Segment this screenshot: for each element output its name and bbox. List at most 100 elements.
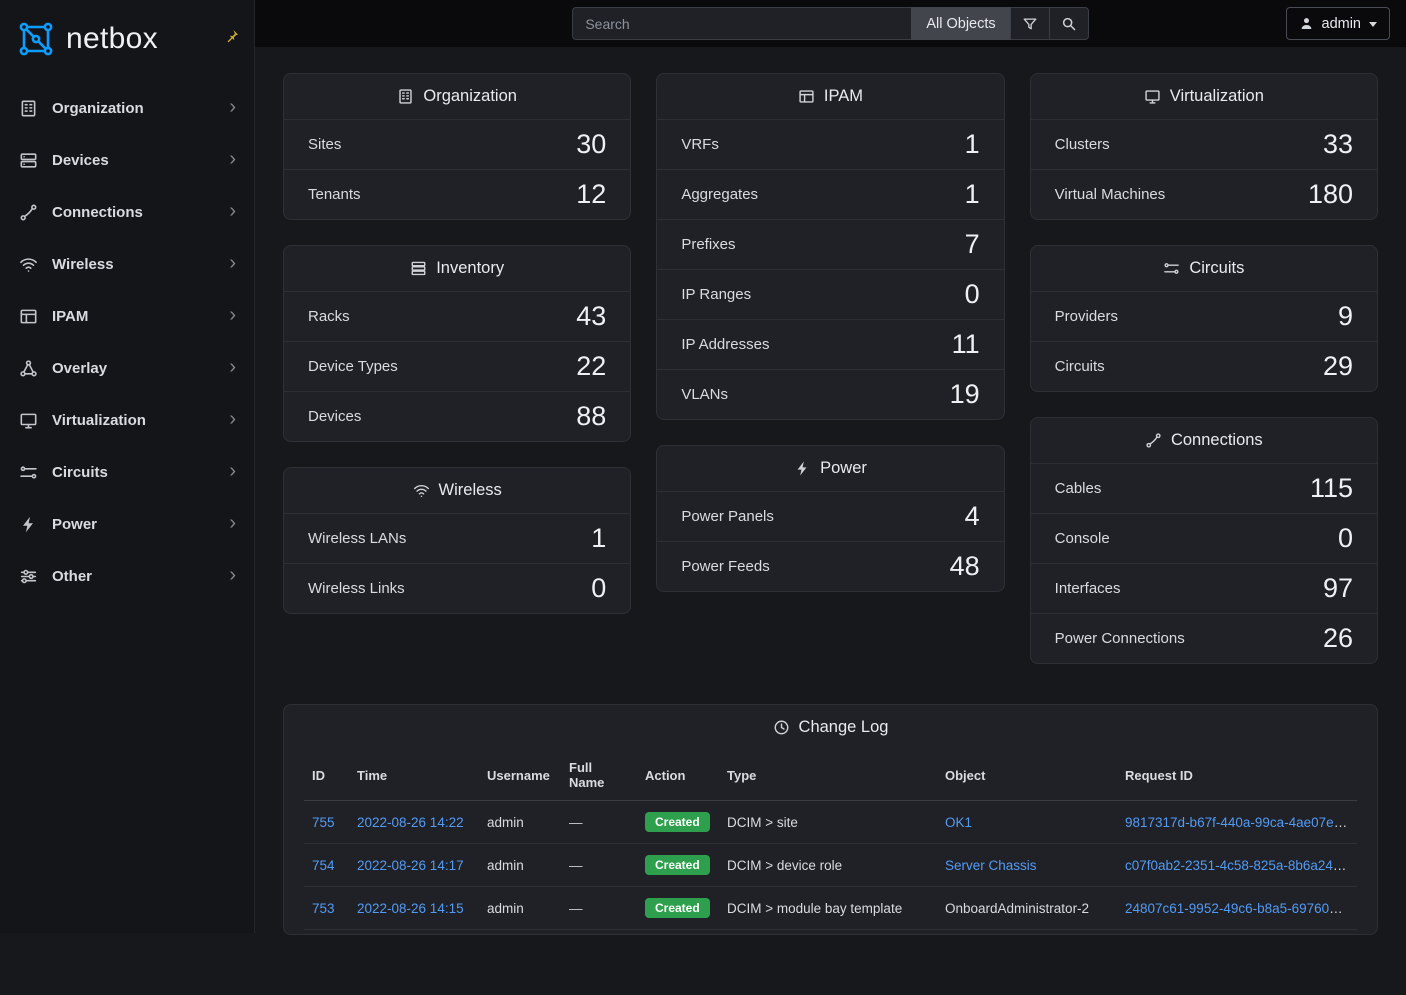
cell-type: DCIM > site — [719, 801, 937, 844]
search-button[interactable] — [1049, 7, 1089, 40]
sidebar-item-label: Power — [52, 516, 215, 533]
stat-label[interactable]: IP Ranges — [681, 286, 751, 303]
dashboard-page: Organization Sites 30 Tenants 12 Invento… — [255, 47, 1406, 995]
chevron-right-icon: › — [229, 201, 236, 224]
object-link[interactable]: OK1 — [945, 815, 972, 830]
stat-row: Device Types 22 — [284, 341, 630, 391]
cell-username: admin — [479, 887, 561, 930]
card-title: Wireless — [439, 481, 502, 500]
stat-value[interactable]: 11 — [952, 329, 980, 360]
wifi-icon — [413, 482, 430, 499]
changelog-time-link[interactable]: 2022-08-26 14:17 — [357, 858, 464, 873]
stat-value[interactable]: 1 — [965, 129, 980, 160]
stat-row: Devices 88 — [284, 391, 630, 441]
stat-label[interactable]: Console — [1055, 530, 1110, 547]
stat-row: Cables 115 — [1031, 463, 1377, 513]
sidebar-item-organization[interactable]: Organization › — [0, 82, 254, 134]
stat-value[interactable]: 180 — [1308, 179, 1353, 210]
sidebar-item-virtualization[interactable]: Virtualization › — [0, 394, 254, 446]
stat-value[interactable]: 9 — [1338, 301, 1353, 332]
sidebar-item-label: Other — [52, 568, 215, 585]
search-input[interactable] — [572, 7, 912, 40]
stat-value[interactable]: 115 — [1310, 473, 1353, 504]
card-ipam: IPAM VRFs 1 Aggregates 1 Prefixes 7 IP R… — [656, 73, 1004, 420]
sidebar-item-circuits[interactable]: Circuits › — [0, 446, 254, 498]
stat-value[interactable]: 19 — [950, 379, 980, 410]
stat-label[interactable]: Clusters — [1055, 136, 1110, 153]
stat-value[interactable]: 88 — [576, 401, 606, 432]
stat-label[interactable]: IP Addresses — [681, 336, 769, 353]
request-id-link[interactable]: 24807c61-9952-49c6-b8a5-69760bfcc4b3 — [1125, 901, 1357, 916]
stat-label[interactable]: Prefixes — [681, 236, 735, 253]
stat-value[interactable]: 0 — [965, 279, 980, 310]
stat-value[interactable]: 97 — [1323, 573, 1353, 604]
sidebar-item-ipam[interactable]: IPAM › — [0, 290, 254, 342]
stat-row: VLANs 19 — [657, 369, 1003, 419]
stat-row: Virtual Machines 180 — [1031, 169, 1377, 219]
sidebar-item-overlay[interactable]: Overlay › — [0, 342, 254, 394]
pin-icon[interactable] — [224, 28, 240, 44]
stat-label[interactable]: Providers — [1055, 308, 1118, 325]
stat-value[interactable]: 4 — [965, 501, 980, 532]
person-icon — [1299, 16, 1314, 31]
stat-label[interactable]: Tenants — [308, 186, 361, 203]
user-menu-button[interactable]: admin — [1286, 7, 1391, 40]
stat-label[interactable]: Power Connections — [1055, 630, 1185, 647]
changelog-time-link[interactable]: 2022-08-26 14:15 — [357, 901, 464, 916]
col-header-id: ID — [304, 750, 349, 801]
stat-label[interactable]: Device Types — [308, 358, 398, 375]
stat-value[interactable]: 1 — [591, 523, 606, 554]
stat-value[interactable]: 22 — [576, 351, 606, 382]
stat-label[interactable]: Wireless Links — [308, 580, 405, 597]
stat-row: Aggregates 1 — [657, 169, 1003, 219]
stat-value[interactable]: 0 — [1338, 523, 1353, 554]
object-link[interactable]: Server Chassis — [945, 858, 1037, 873]
request-id-link[interactable]: c07f0ab2-2351-4c58-825a-8b6a2425a1ab — [1125, 858, 1357, 873]
changelog-id-link[interactable]: 754 — [312, 858, 335, 873]
stat-label[interactable]: Racks — [308, 308, 350, 325]
card-header: Inventory — [284, 246, 630, 291]
stat-value[interactable]: 33 — [1323, 129, 1353, 160]
stat-value[interactable]: 43 — [576, 301, 606, 332]
sidebar-item-connections[interactable]: Connections › — [0, 186, 254, 238]
stat-label[interactable]: Power Feeds — [681, 558, 769, 575]
card-title: Power — [820, 459, 867, 478]
stat-value[interactable]: 26 — [1323, 623, 1353, 654]
stat-label[interactable]: Aggregates — [681, 186, 758, 203]
sidebar-item-other[interactable]: Other › — [0, 550, 254, 602]
sidebar-item-devices[interactable]: Devices › — [0, 134, 254, 186]
filter-button[interactable] — [1010, 7, 1050, 40]
stat-value[interactable]: 29 — [1323, 351, 1353, 382]
stat-value[interactable]: 1 — [965, 179, 980, 210]
stat-value[interactable]: 12 — [576, 179, 606, 210]
stat-label[interactable]: Power Panels — [681, 508, 774, 525]
stat-value[interactable]: 30 — [576, 129, 606, 160]
stat-label[interactable]: Virtual Machines — [1055, 186, 1166, 203]
changelog-id-link[interactable]: 755 — [312, 815, 335, 830]
stat-label[interactable]: Interfaces — [1055, 580, 1121, 597]
stat-label[interactable]: Cables — [1055, 480, 1102, 497]
request-id-link[interactable]: 9817317d-b67f-440a-99ca-4ae07ede94df — [1125, 815, 1357, 830]
brand-name: netbox — [66, 22, 158, 56]
dashboard-column-1: Organization Sites 30 Tenants 12 Invento… — [283, 73, 631, 614]
stat-label[interactable]: Sites — [308, 136, 341, 153]
stat-label[interactable]: VLANs — [681, 386, 728, 403]
stat-value[interactable]: 7 — [965, 229, 980, 260]
sliders-icon — [18, 566, 38, 586]
stat-row: Clusters 33 — [1031, 119, 1377, 169]
stat-value[interactable]: 48 — [950, 551, 980, 582]
brand[interactable]: netbox — [0, 0, 254, 78]
sidebar-item-label: IPAM — [52, 308, 215, 325]
cable-icon — [1145, 432, 1162, 449]
changelog-id-link[interactable]: 753 — [312, 901, 335, 916]
sidebar-item-power[interactable]: Power › — [0, 498, 254, 550]
sidebar-item-wireless[interactable]: Wireless › — [0, 238, 254, 290]
stat-label[interactable]: VRFs — [681, 136, 719, 153]
stat-value[interactable]: 0 — [591, 573, 606, 604]
stat-label[interactable]: Wireless LANs — [308, 530, 406, 547]
stat-label[interactable]: Circuits — [1055, 358, 1105, 375]
changelog-time-link[interactable]: 2022-08-26 14:22 — [357, 815, 464, 830]
changelog-table: ID Time Username Full Name Action Type O… — [304, 750, 1357, 930]
object-type-button[interactable]: All Objects — [911, 7, 1010, 40]
stat-label[interactable]: Devices — [308, 408, 361, 425]
